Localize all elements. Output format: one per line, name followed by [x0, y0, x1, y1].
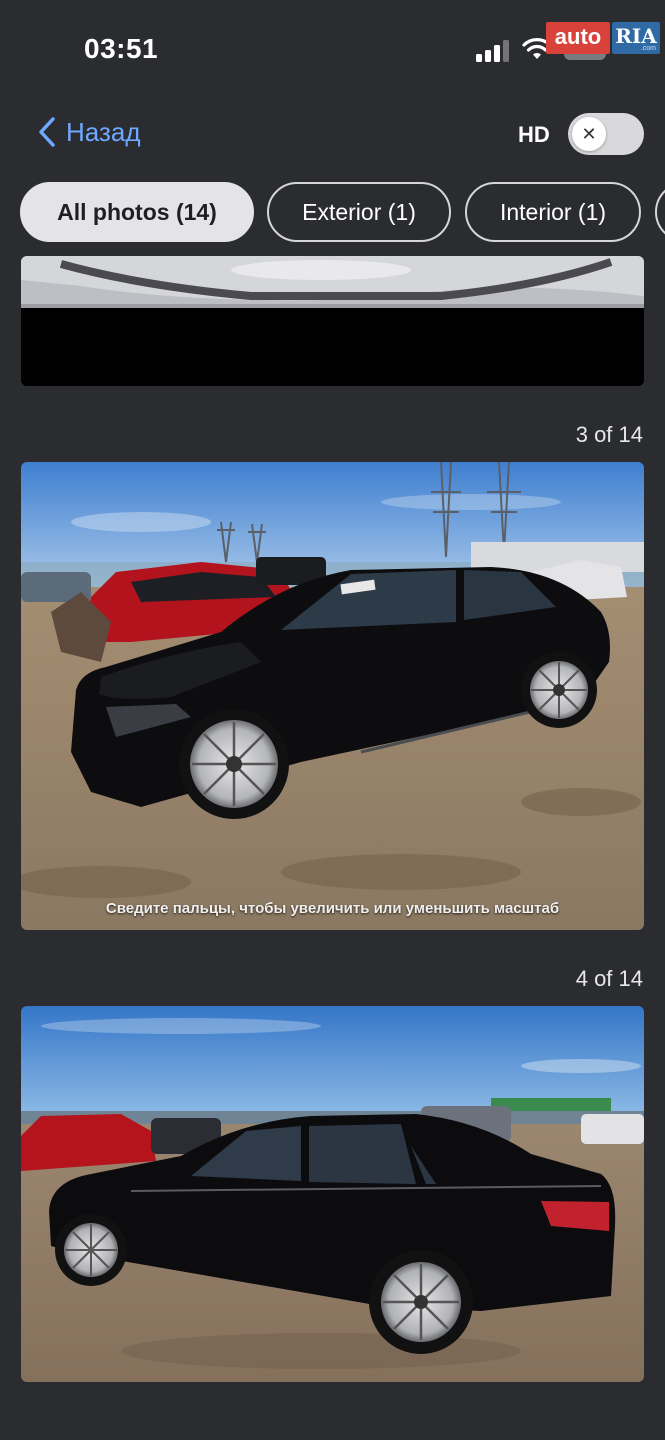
photo-4[interactable] [21, 1006, 644, 1382]
back-label: Назад [66, 116, 141, 147]
tab-interior[interactable]: Interior (1) [465, 182, 641, 242]
hd-toggle[interactable]: ✕ [568, 113, 644, 155]
hd-label: HD [518, 122, 550, 147]
photo-counter: 3 of 14 [575, 422, 643, 447]
photo-4-image [21, 1006, 644, 1382]
nav-bar: Назад HD ✕ [0, 110, 665, 160]
photo-filter-tabs: All photos (14) Exterior (1) Interior (1… [0, 182, 665, 244]
photo-2-partial[interactable] [21, 256, 644, 386]
chevron-left-icon [39, 117, 55, 147]
tab-next-partial[interactable] [655, 182, 665, 242]
photo-3[interactable]: Сведите пальцы, чтобы увеличить или умен… [21, 462, 644, 930]
tab-all-photos[interactable]: All photos (14) [20, 182, 254, 242]
photo-2-image [21, 256, 644, 386]
cellular-signal-icon [476, 40, 512, 62]
autoria-logo: auto RIA .com [546, 20, 660, 56]
photo-counter: 4 of 14 [575, 966, 643, 991]
logo-com-text: .com [640, 45, 656, 52]
back-button[interactable]: Назад [38, 116, 141, 148]
tab-exterior[interactable]: Exterior (1) [267, 182, 451, 242]
status-time: 03:51 [84, 33, 159, 64]
zoom-hint: Сведите пальцы, чтобы увеличить или умен… [105, 900, 560, 917]
logo-ria: RIA .com [612, 22, 660, 54]
toggle-off-icon: ✕ [572, 117, 606, 151]
photo-3-image [21, 462, 644, 930]
logo-auto: auto [546, 22, 610, 54]
